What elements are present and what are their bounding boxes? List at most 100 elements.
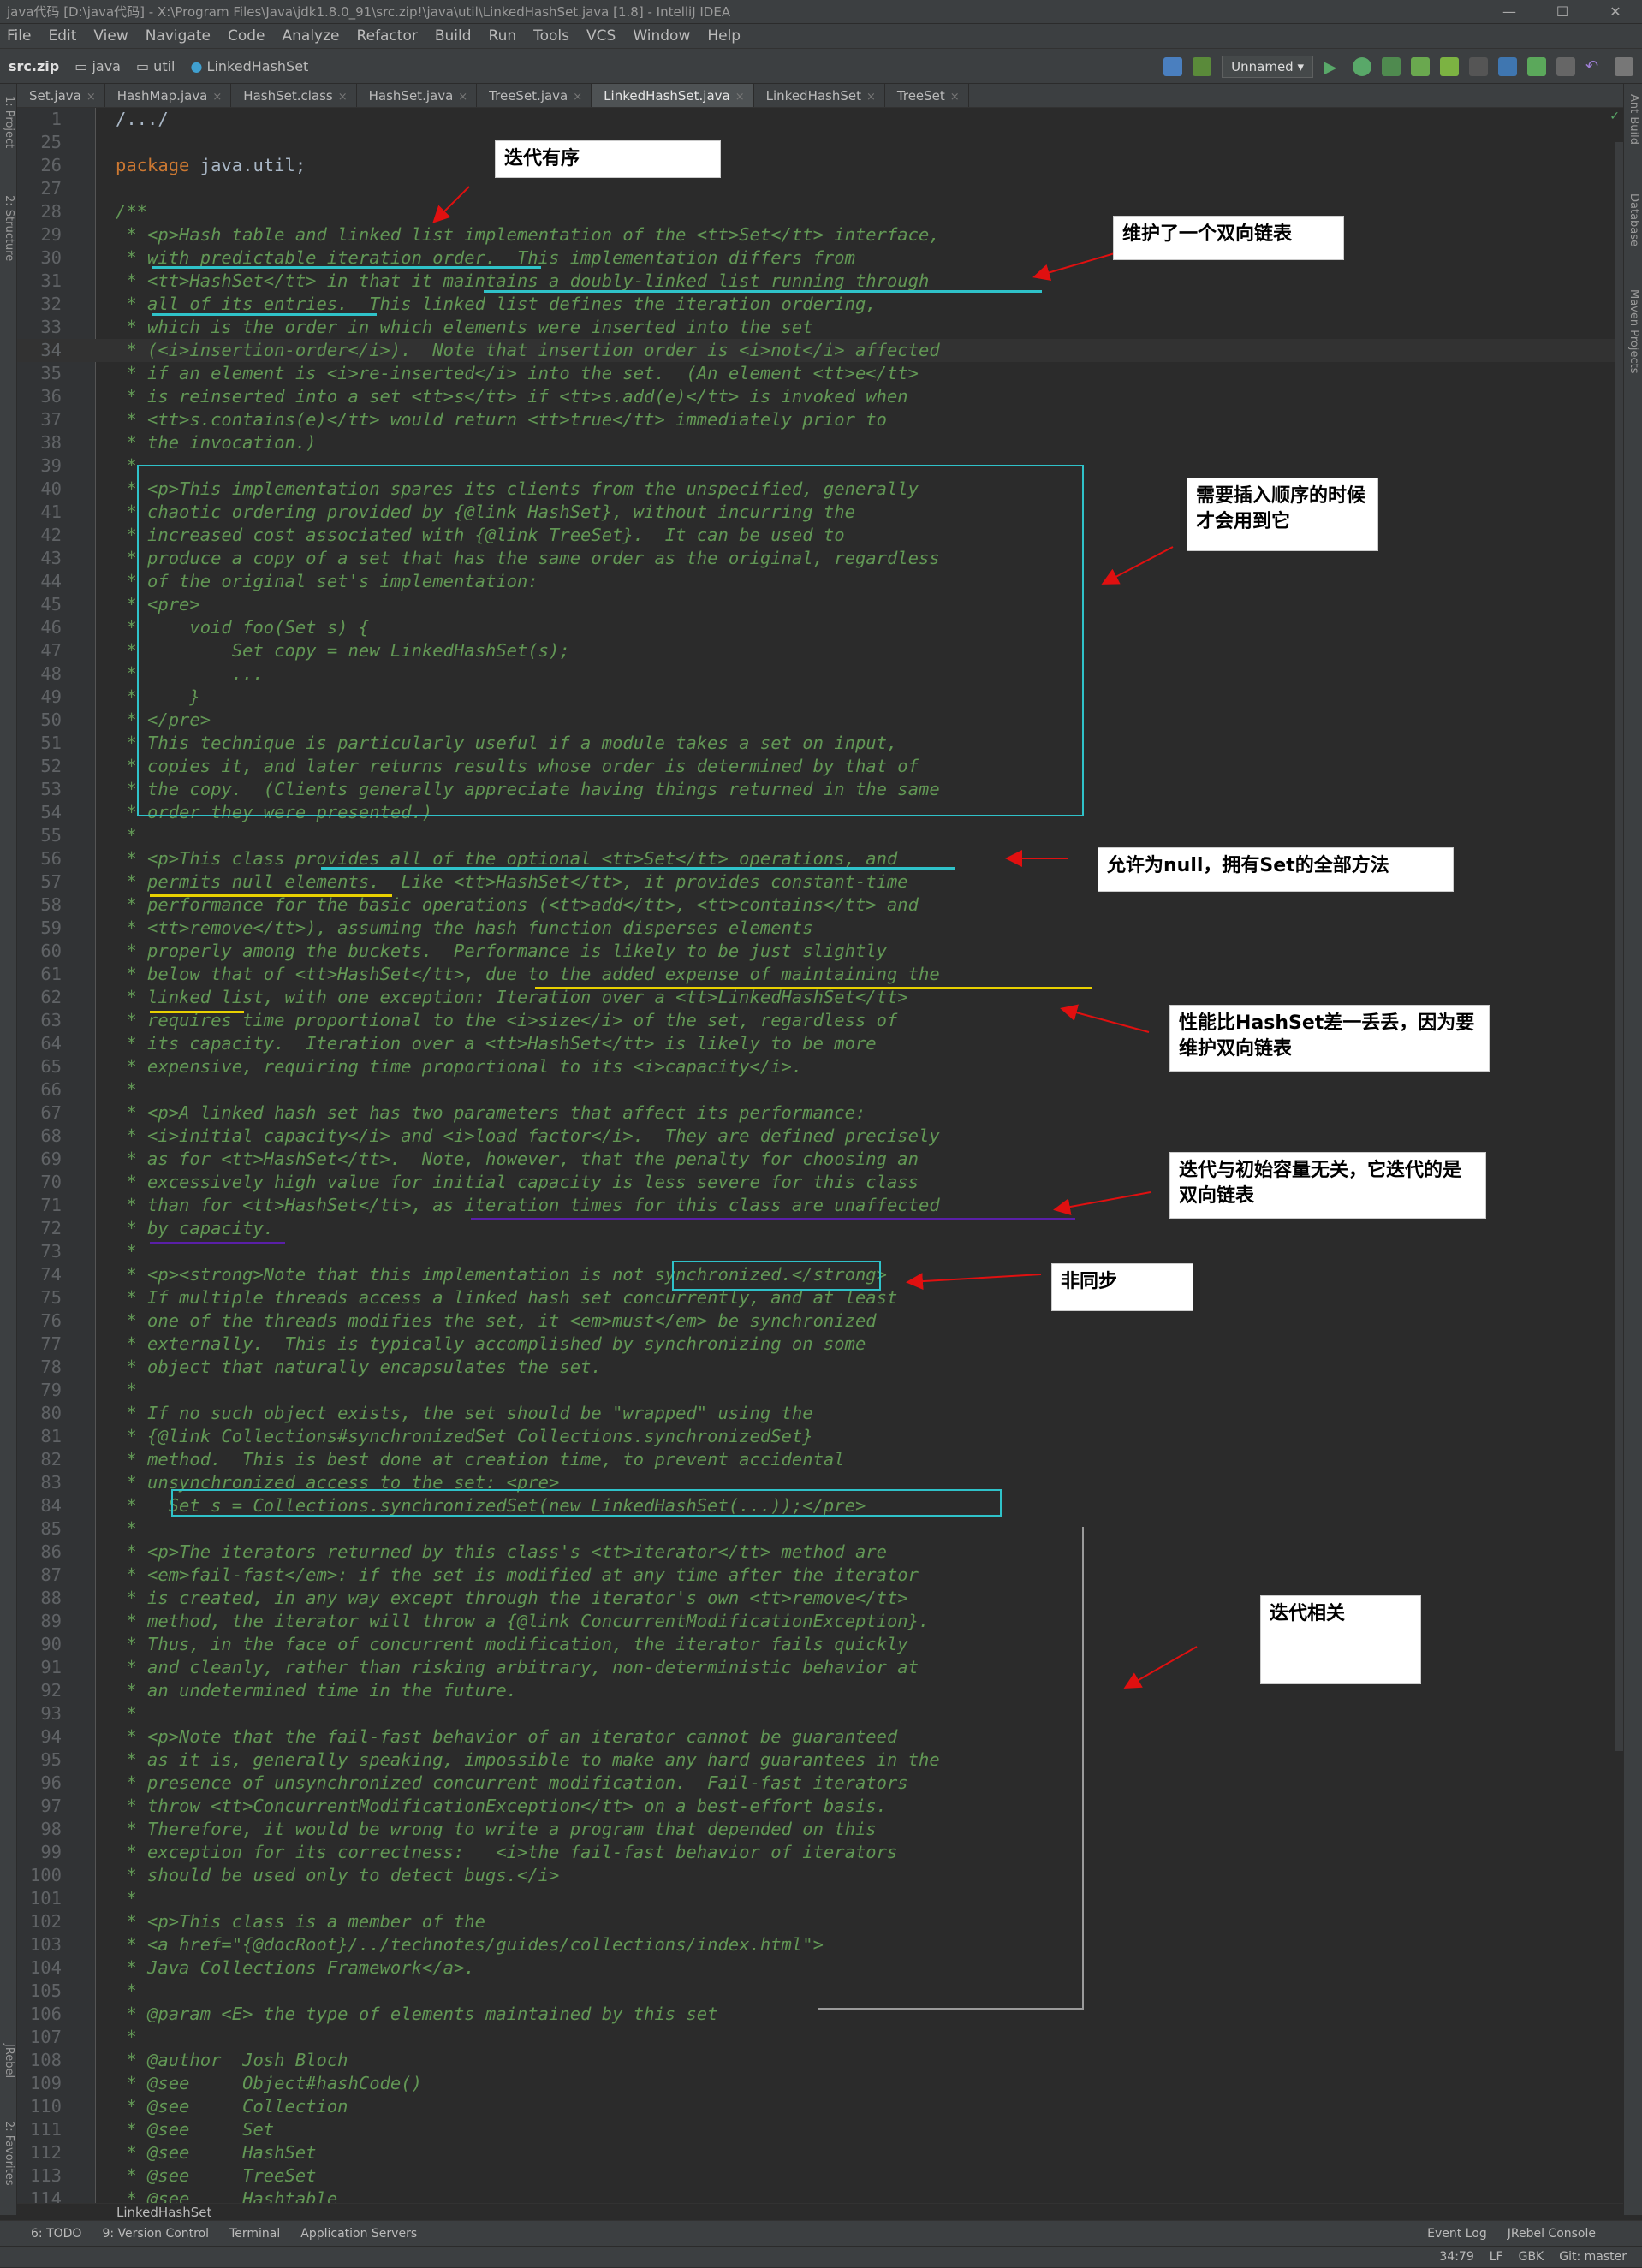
tab-5[interactable]: LinkedHashSet.java ×: [592, 84, 754, 107]
status-line-separator[interactable]: LF: [1490, 2247, 1503, 2268]
tool-version-control[interactable]: 9: Version Control: [102, 2221, 209, 2246]
note-iteration-order: 迭代有序: [495, 140, 721, 178]
tab-close-icon[interactable]: ×: [735, 91, 745, 104]
menu-build[interactable]: Build: [435, 24, 472, 48]
status-position[interactable]: 34:79: [1439, 2247, 1473, 2268]
tab-6[interactable]: LinkedHashSet ×: [754, 84, 885, 107]
tab-7[interactable]: TreeSet ×: [885, 84, 969, 107]
history-icon[interactable]: [1556, 57, 1575, 76]
tab-3[interactable]: HashSet.java ×: [357, 84, 478, 107]
menu-navigate[interactable]: Navigate: [146, 24, 211, 48]
project-structure-icon[interactable]: [1615, 57, 1633, 76]
debug-icon[interactable]: [1353, 57, 1371, 76]
menu-file[interactable]: File: [7, 24, 31, 48]
menu-help[interactable]: Help: [707, 24, 741, 48]
tool-todo[interactable]: 6: TODO: [31, 2221, 81, 2246]
note-performance: 性能比HashSet差一丢丢，因为要维护双向链表: [1169, 1005, 1490, 1072]
tab-label: LinkedHashSet.java: [604, 88, 730, 104]
menu-refactor[interactable]: Refactor: [357, 24, 418, 48]
run-config-select[interactable]: Unnamed ▾: [1222, 56, 1313, 78]
tab-4[interactable]: TreeSet.java ×: [477, 84, 592, 107]
note-null-allowed: 允许为null，拥有Set的全部方法: [1098, 847, 1454, 892]
tab-close-icon[interactable]: ×: [212, 91, 222, 104]
right-tool-strip: Ant Build Database Maven Projects: [1623, 84, 1642, 2215]
bottom-breadcrumb[interactable]: LinkedHashSet: [17, 2203, 1623, 2220]
note-capacity: 迭代与初始容量无关，它迭代的是双向链表: [1169, 1152, 1486, 1219]
code-editor[interactable]: 1/.../25 26 package java.util; 27 28/** 29 * …: [17, 108, 1623, 2203]
update-icon[interactable]: [1498, 57, 1517, 76]
close-button[interactable]: ✕: [1589, 0, 1642, 24]
coverage-icon[interactable]: [1382, 57, 1401, 76]
editor-scrollbar[interactable]: [1615, 142, 1623, 1751]
tool-favorites[interactable]: 2: Favorites: [3, 2121, 15, 2186]
left-tool-strip: 1: Project 2: Structure JRebel 2: Favori…: [0, 84, 17, 2215]
status-encoding[interactable]: GBK: [1519, 2247, 1544, 2268]
breadcrumb-src-zip[interactable]: src.zip: [9, 49, 59, 83]
tab-label: TreeSet.java: [489, 88, 568, 104]
arrow-iteration: [1123, 1646, 1198, 1689]
revert-icon[interactable]: ↶: [1585, 57, 1604, 76]
tab-0[interactable]: Set.java ×: [17, 84, 105, 107]
tool-ant-build[interactable]: Ant Build: [1627, 94, 1640, 145]
menu-view[interactable]: View: [93, 24, 128, 48]
tool-database[interactable]: Database: [1627, 193, 1640, 246]
note-iteration: 迭代相关: [1260, 1595, 1421, 1684]
status-vcs-branch[interactable]: Git: master: [1559, 2247, 1627, 2268]
navigation-bar: src.zip ▭ java ▭ util ● LinkedHashSet Un…: [0, 48, 1642, 84]
tool-maven-projects[interactable]: Maven Projects: [1627, 289, 1640, 374]
note-doubly-linked: 维护了一个双向链表: [1113, 216, 1344, 260]
menu-tools[interactable]: Tools: [533, 24, 569, 48]
tab-1[interactable]: HashMap.java ×: [105, 84, 232, 107]
arrow-performance: [1060, 1004, 1150, 1033]
menu-analyze[interactable]: Analyze: [283, 24, 340, 48]
inspection-ok-icon: ✓: [1609, 110, 1620, 123]
tab-label: HashSet.java: [368, 88, 454, 104]
minimize-button[interactable]: —: [1483, 0, 1536, 24]
breadcrumb-util[interactable]: ▭ util: [136, 49, 176, 83]
breadcrumb-java[interactable]: ▭ java: [74, 49, 121, 83]
note-insertion-order: 需要插入顺序的时候才会用到它: [1187, 478, 1378, 551]
editor-tabs: Set.java × HashMap.java × HashSet.class × Hash…: [17, 84, 1623, 108]
tab-close-icon[interactable]: ×: [573, 91, 582, 104]
tab-close-icon[interactable]: ×: [866, 91, 876, 104]
tab-2[interactable]: HashSet.class ×: [231, 84, 357, 107]
tab-label: HashSet.class: [243, 88, 333, 104]
tab-label: HashMap.java: [116, 88, 208, 104]
tab-label: Set.java: [29, 88, 81, 104]
tab-label: LinkedHashSet: [765, 88, 861, 104]
tool-jrebel-console[interactable]: JRebel Console: [1508, 2221, 1596, 2247]
jrebel-run-icon[interactable]: [1411, 57, 1430, 76]
build-icon[interactable]: [1163, 57, 1183, 76]
menu-bar: File Edit View Navigate Code Analyze Ref…: [0, 24, 1642, 48]
breadcrumb-linkedhashset[interactable]: ● LinkedHashSet: [190, 49, 308, 83]
tool-application-servers[interactable]: Application Servers: [300, 2221, 417, 2246]
tab-close-icon[interactable]: ×: [950, 91, 960, 104]
tab-close-icon[interactable]: ×: [338, 91, 348, 104]
tool-window-bar: 6: TODO 9: Version Control Terminal Appl…: [0, 2220, 1642, 2246]
tool-structure[interactable]: 2: Structure: [3, 195, 15, 261]
menu-window[interactable]: Window: [633, 24, 690, 48]
run-icon[interactable]: ▶: [1324, 57, 1342, 76]
tab-label: TreeSet: [896, 88, 945, 104]
menu-code[interactable]: Code: [228, 24, 265, 48]
arrow-sync: [906, 1273, 1042, 1291]
tab-close-icon[interactable]: ×: [458, 91, 467, 104]
tab-close-icon[interactable]: ×: [86, 91, 96, 104]
sort-icon[interactable]: [1193, 57, 1212, 76]
menu-edit[interactable]: Edit: [48, 24, 76, 48]
note-not-synchronized: 非同步: [1051, 1263, 1193, 1311]
stop-icon[interactable]: [1469, 57, 1488, 76]
tool-project[interactable]: 1: Project: [3, 96, 15, 148]
maximize-button[interactable]: ☐: [1536, 0, 1589, 24]
tool-jrebel[interactable]: JRebel: [3, 2044, 15, 2078]
arrow-doubly-linked: [1032, 252, 1115, 282]
tool-event-log[interactable]: Event Log: [1427, 2221, 1487, 2247]
vcs-icon[interactable]: [1527, 57, 1546, 76]
menu-run[interactable]: Run: [489, 24, 517, 48]
tool-terminal[interactable]: Terminal: [229, 2221, 280, 2246]
status-bar: 34:79 LF GBK Git: master: [0, 2246, 1642, 2267]
jrebel-debug-icon[interactable]: [1440, 57, 1459, 76]
window-title: java代码 [D:\java代码] - X:\Program Files\Ja…: [7, 4, 731, 20]
menu-vcs[interactable]: VCS: [586, 24, 616, 48]
arrow-insertion-order: [1101, 546, 1174, 585]
